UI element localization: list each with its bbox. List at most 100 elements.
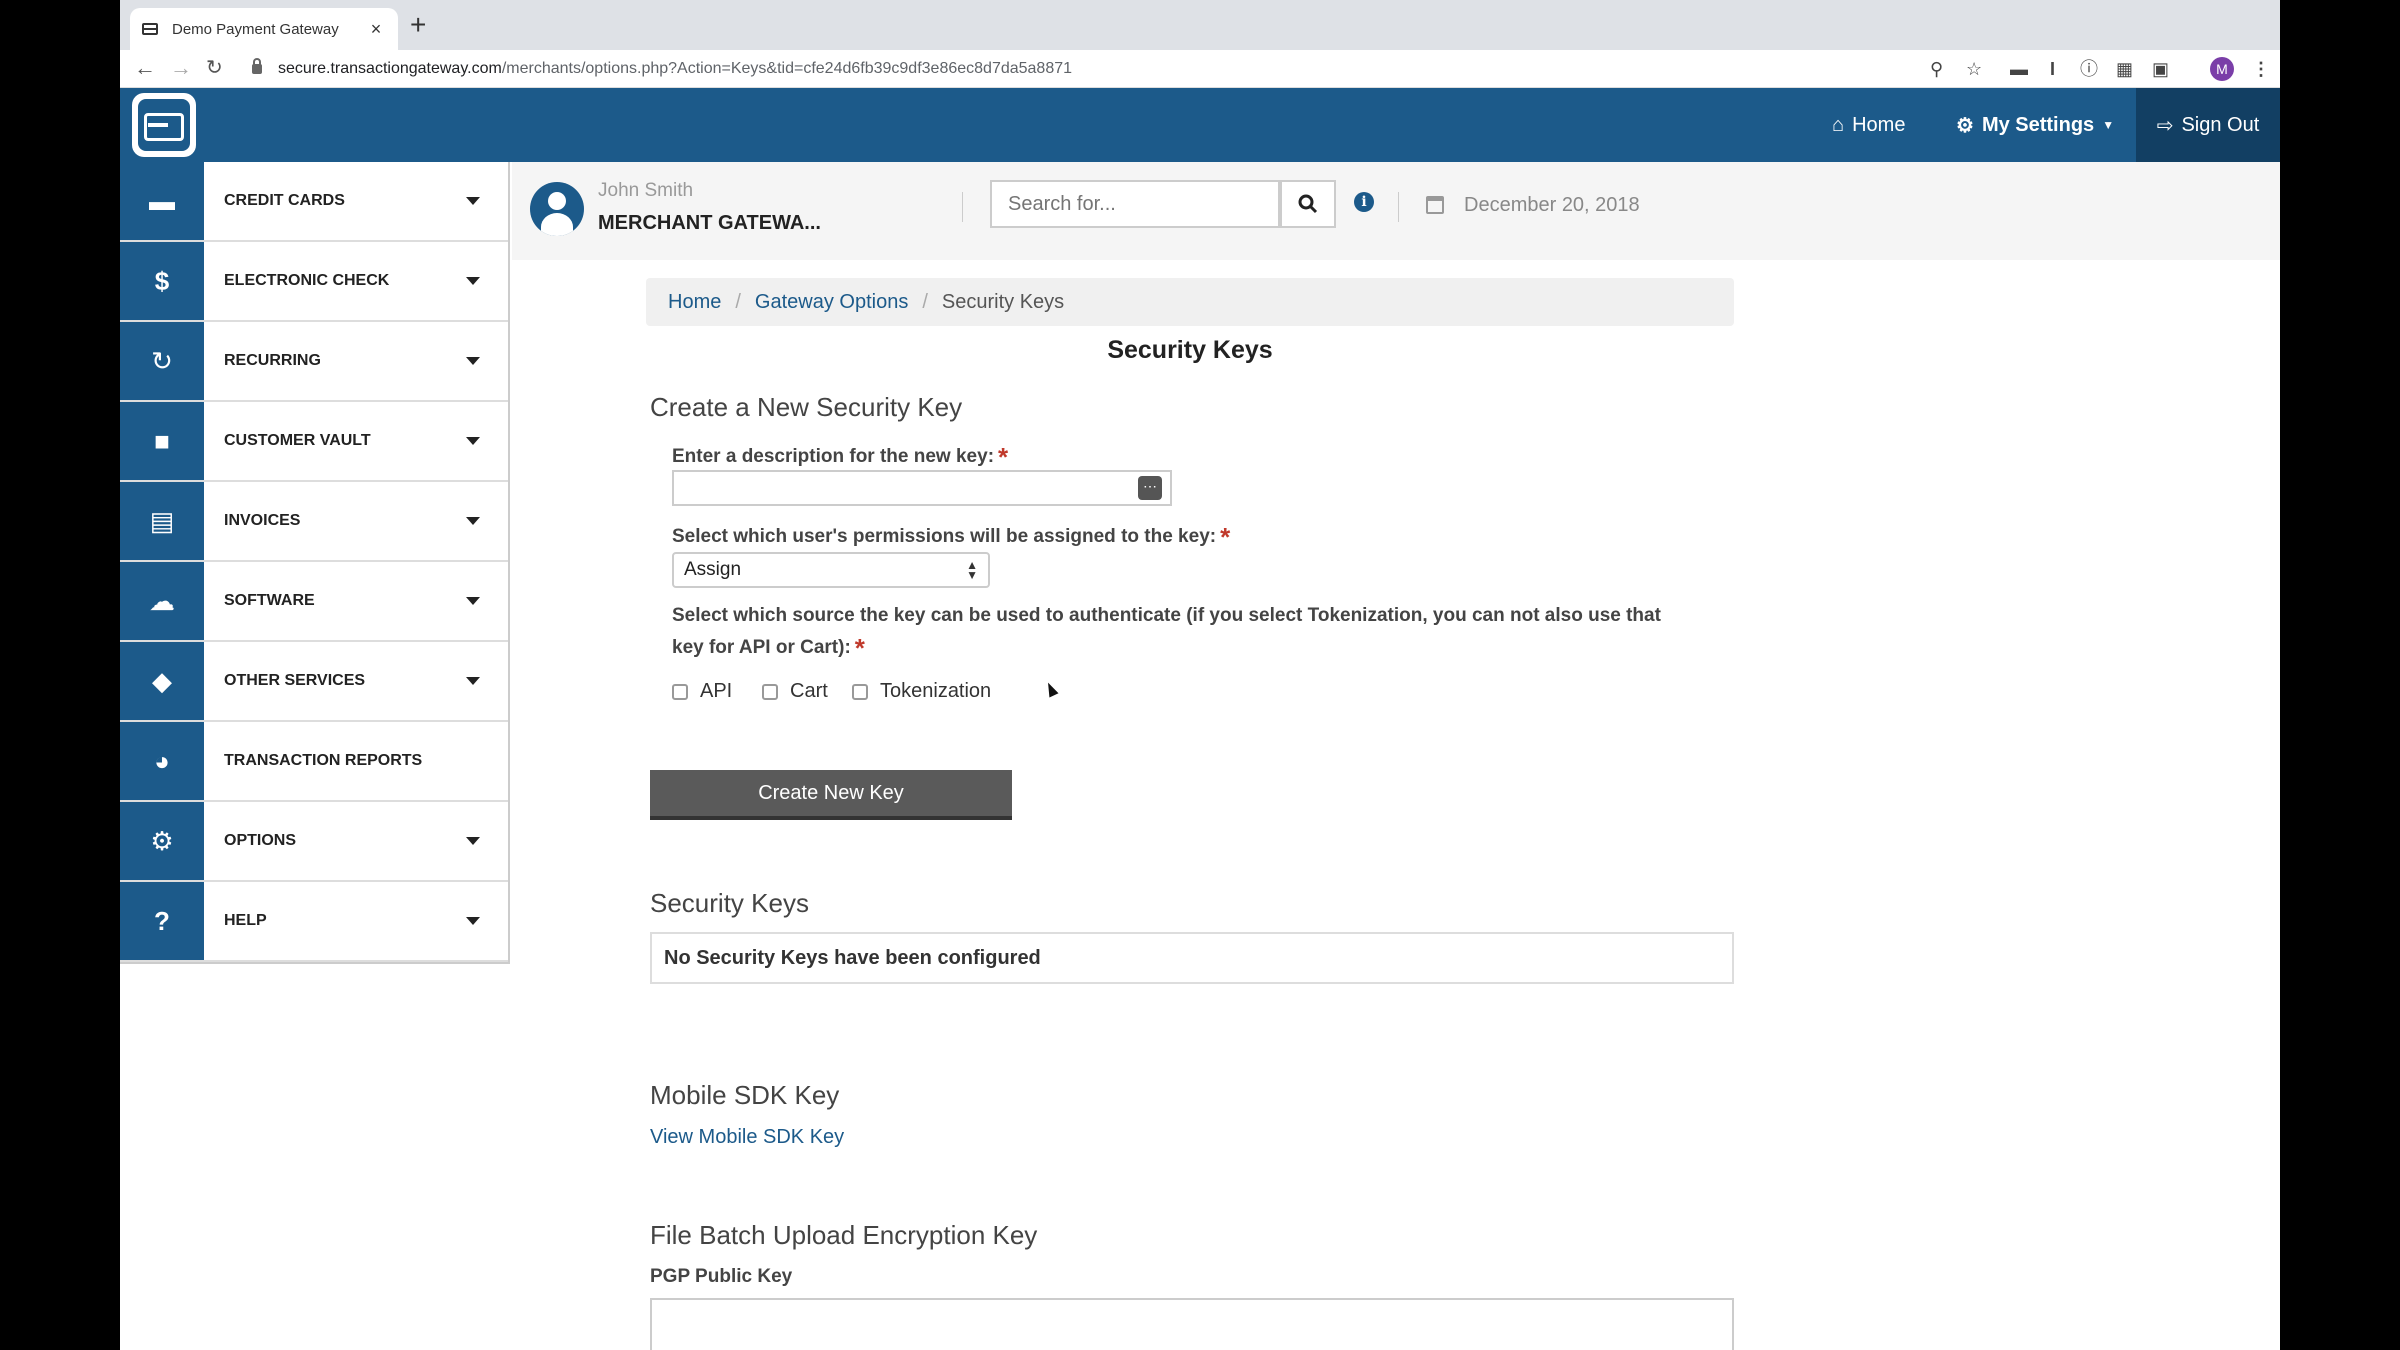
breadcrumb-separator: / — [922, 290, 928, 313]
checkbox-cart[interactable]: Cart — [762, 680, 828, 703]
required-asterisk: * — [1220, 522, 1231, 552]
sidebar-item-credit-cards[interactable]: ▬ CREDIT CARDS — [120, 162, 508, 242]
sidebar-item-customer-vault[interactable]: ■ CUSTOMER VAULT — [120, 402, 508, 482]
checkbox-cart-box[interactable] — [762, 683, 778, 700]
credit-card-logo-icon — [138, 99, 190, 151]
sidebar-item-options[interactable]: ⚙ OPTIONS — [120, 802, 508, 882]
create-new-key-button[interactable]: Create New Key — [650, 770, 1012, 820]
search-icon — [1298, 194, 1318, 214]
caret-down-icon — [466, 917, 480, 925]
description-label-text: Enter a description for the new key: — [672, 446, 995, 467]
app-header: ⌂ Home ⚙ My Settings ▼ ⇨ Sign Out — [120, 88, 2280, 162]
search-input[interactable] — [990, 180, 1280, 228]
sidebar-item-label: TRANSACTION REPORTS — [224, 752, 423, 769]
zoom-icon[interactable]: ⚲ — [1930, 58, 1943, 80]
tab-strip: Demo Payment Gateway × + — [120, 0, 2280, 50]
lock-icon — [252, 58, 262, 74]
settings-label: My Settings — [1981, 113, 2095, 136]
home-link[interactable]: ⌂ Home — [1832, 88, 1905, 162]
extension-info-icon[interactable]: ⓘ — [2080, 58, 2098, 80]
caret-down-icon — [466, 677, 480, 685]
caret-down-icon — [466, 277, 480, 285]
breadcrumb-gateway-options[interactable]: Gateway Options — [755, 291, 908, 314]
divider — [1398, 192, 1399, 222]
description-label: Enter a description for the new key: * — [672, 438, 1009, 472]
sidebar-item-recurring[interactable]: ↻ RECURRING — [120, 322, 508, 402]
reload-icon[interactable]: ↻ — [206, 54, 223, 82]
sidebar-item-electronic-check[interactable]: $ ELECTRONIC CHECK — [120, 242, 508, 322]
sign-out-button[interactable]: ⇨ Sign Out — [2136, 88, 2280, 162]
tags-icon: ◆ — [120, 642, 204, 720]
pgp-key-label: PGP Public Key — [650, 1266, 793, 1287]
caret-down-icon — [466, 197, 480, 205]
checkbox-cart-label: Cart — [790, 680, 828, 702]
extension-i-icon[interactable]: I — [2050, 58, 2055, 80]
security-keys-heading: Security Keys — [650, 888, 809, 918]
back-icon[interactable]: ← — [134, 54, 156, 82]
caret-down-icon: ▼ — [2102, 118, 2115, 132]
checkbox-api-box[interactable] — [672, 683, 688, 700]
new-tab-button[interactable]: + — [410, 10, 426, 40]
view-mobile-sdk-key-link[interactable]: View Mobile SDK Key — [650, 1126, 844, 1149]
calendar-icon — [1426, 196, 1444, 214]
checkbox-tokenization[interactable]: Tokenization — [852, 680, 991, 703]
url-path: /merchants/options.php?Action=Keys&tid=c… — [501, 60, 1073, 77]
sidebar-item-label: CUSTOMER VAULT — [224, 432, 371, 449]
caret-down-icon — [466, 597, 480, 605]
extension-card-icon[interactable]: ▬ — [2010, 58, 2028, 80]
sidebar-item-other-services[interactable]: ◆ OTHER SERVICES — [120, 642, 508, 722]
required-asterisk: * — [998, 442, 1009, 472]
description-input[interactable] — [672, 470, 1172, 506]
divider — [962, 192, 963, 222]
tab-title: Demo Payment Gateway — [172, 20, 339, 38]
search-button[interactable] — [1280, 180, 1336, 228]
mouse-cursor-icon — [1043, 680, 1059, 698]
url-field[interactable]: secure.transactiongateway.com/merchants/… — [240, 54, 2120, 84]
sign-out-label: Sign Out — [2181, 113, 2260, 136]
sidebar-item-label: RECURRING — [224, 352, 321, 369]
sidebar-item-help[interactable]: ? HELP — [120, 882, 508, 962]
gateway-logo[interactable] — [132, 93, 196, 157]
browser-tab[interactable]: Demo Payment Gateway × — [130, 8, 398, 50]
extension-grid-icon[interactable]: ▦ — [2116, 58, 2133, 80]
checkbox-api[interactable]: API — [672, 680, 732, 703]
current-date: December 20, 2018 — [1464, 194, 1640, 216]
required-asterisk: * — [854, 633, 865, 663]
breadcrumb-separator: / — [735, 290, 741, 313]
credit-card-icon: ▬ — [120, 162, 204, 240]
gear-icon: ⚙ — [1956, 114, 1974, 137]
sidebar-nav: ▬ CREDIT CARDS $ ELECTRONIC CHECK ↻ RECU… — [120, 162, 510, 964]
forward-icon[interactable]: → — [170, 54, 192, 82]
caret-down-icon — [466, 837, 480, 845]
breadcrumb-current: Security Keys — [941, 290, 1065, 313]
home-link-label: Home — [1852, 113, 1906, 136]
close-tab-icon[interactable]: × — [366, 19, 386, 40]
url-host: secure.transactiongateway.com — [278, 60, 502, 77]
sidebar-item-label: ELECTRONIC CHECK — [224, 272, 390, 289]
dollar-icon: $ — [120, 242, 204, 320]
menu-dots-icon[interactable]: ⋮ — [2252, 58, 2270, 80]
lock-icon: ■ — [120, 402, 204, 480]
password-manager-icon[interactable]: ⋯ — [1138, 476, 1162, 500]
pie-chart-icon: ◕ — [120, 722, 204, 800]
permissions-label-text: Select which user's permissions will be … — [672, 526, 1217, 547]
info-icon[interactable]: i — [1354, 192, 1374, 212]
sidebar-item-invoices[interactable]: ▤ INVOICES — [120, 482, 508, 562]
breadcrumb-home[interactable]: Home — [668, 291, 721, 314]
sidebar-item-software[interactable]: ☁ SOFTWARE — [120, 562, 508, 642]
checkbox-tokenization-box[interactable] — [852, 683, 868, 700]
create-key-heading: Create a New Security Key — [650, 392, 963, 422]
sidebar-item-label: INVOICES — [224, 512, 301, 529]
profile-avatar[interactable]: M — [2210, 57, 2234, 81]
sidebar-item-transaction-reports[interactable]: ◕ TRANSACTION REPORTS — [120, 722, 508, 802]
camera-icon[interactable]: ▣ — [2152, 58, 2169, 80]
no-keys-message: No Security Keys have been configured — [650, 932, 1734, 984]
breadcrumb: Home / Gateway Options / Security Keys — [646, 278, 1734, 326]
my-settings-dropdown[interactable]: ⚙ My Settings ▼ — [1956, 88, 2114, 162]
bookmark-star-icon[interactable]: ☆ — [1966, 58, 1982, 80]
merchant-name[interactable]: MERCHANT GATEWA... — [598, 212, 821, 235]
card-favicon-icon — [142, 23, 158, 35]
checkbox-tokenization-label: Tokenization — [880, 680, 992, 702]
permissions-select[interactable]: Assign ▲ ▼ — [672, 552, 990, 588]
pgp-public-key-textarea[interactable] — [650, 1298, 1734, 1350]
